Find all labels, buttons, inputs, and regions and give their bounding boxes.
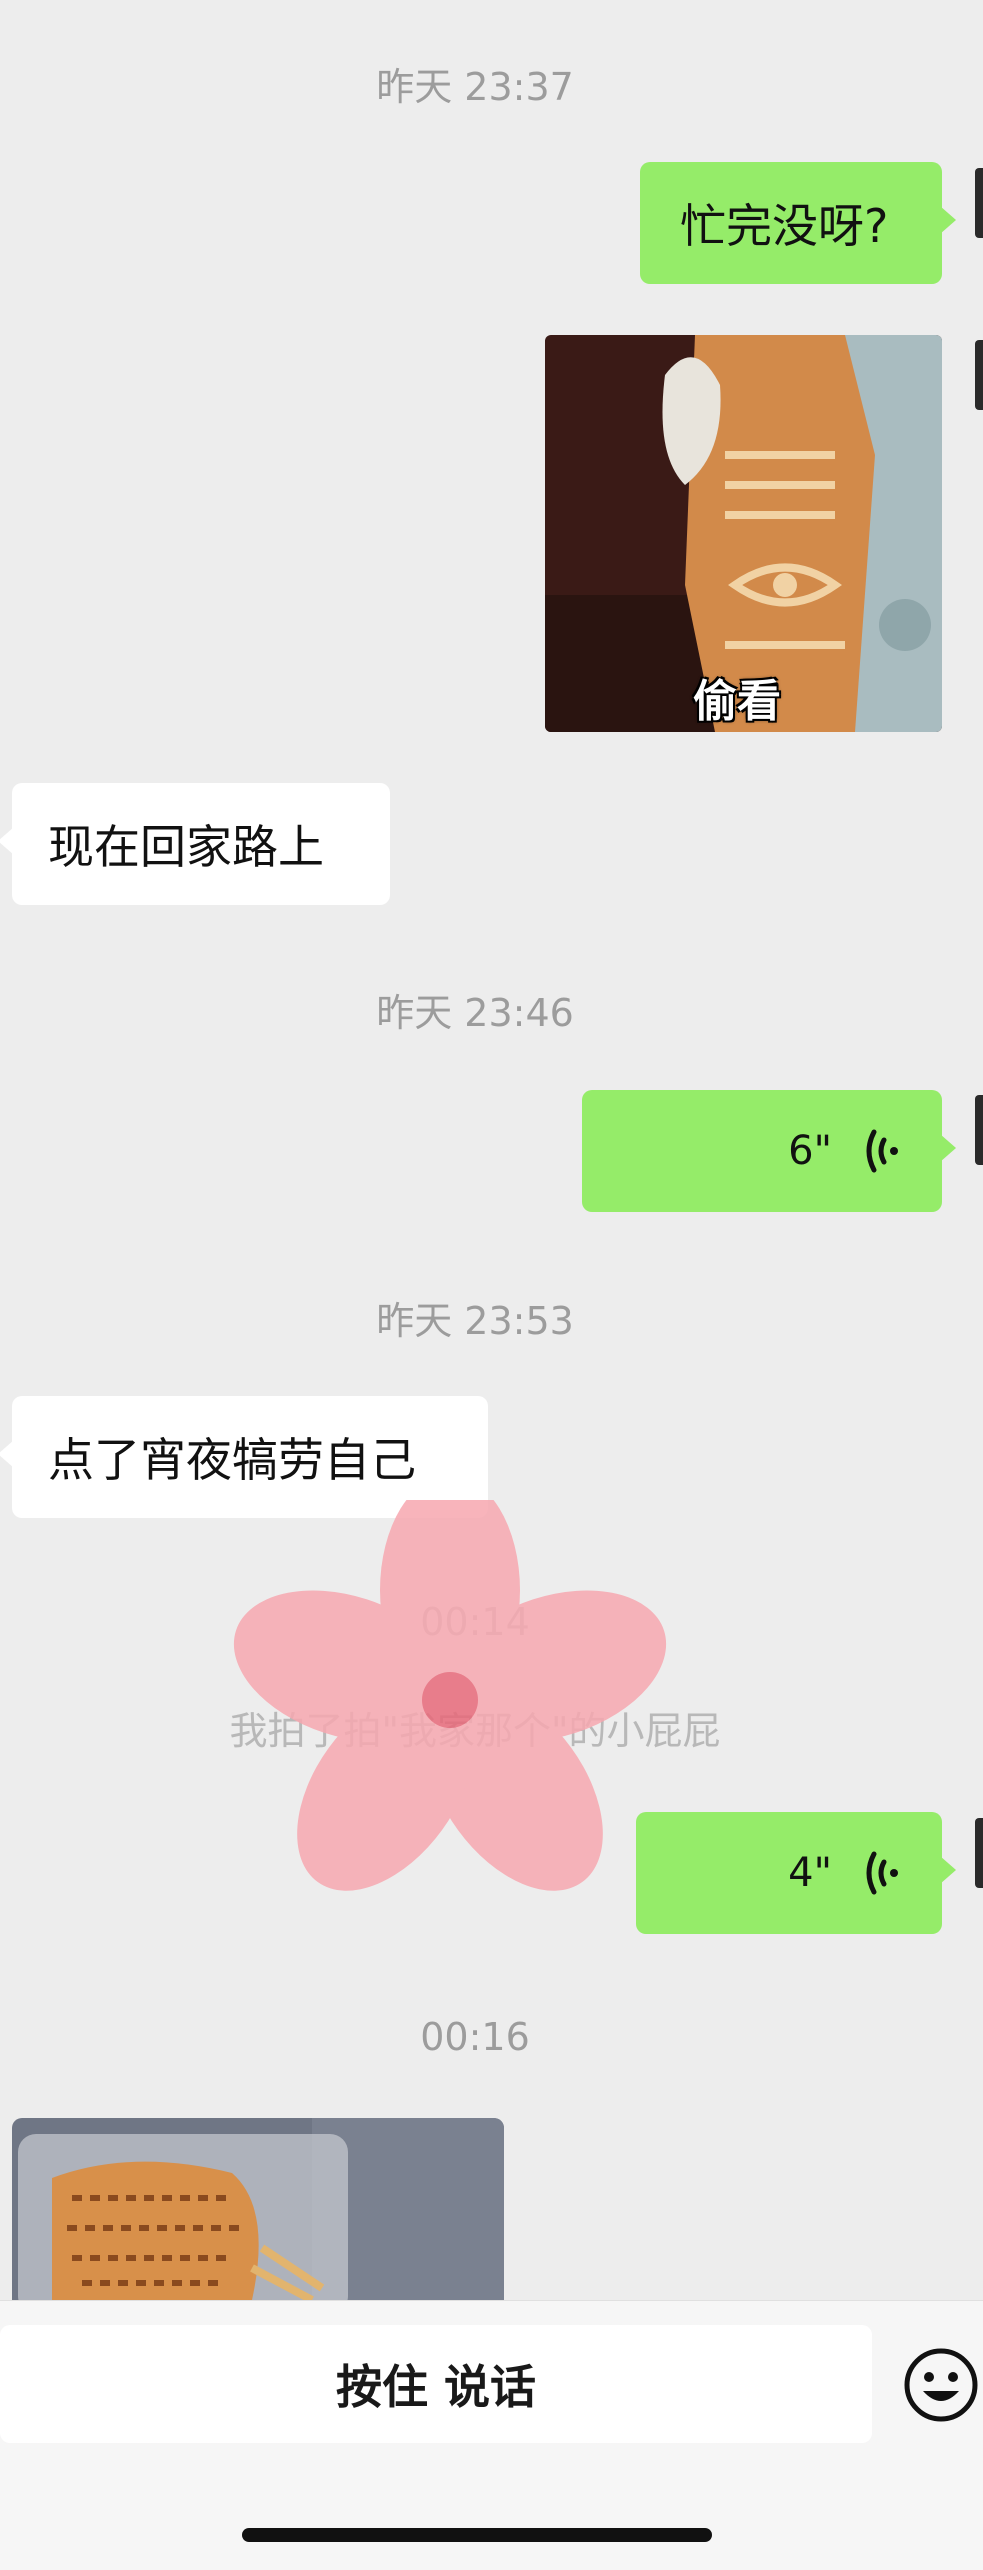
hold-to-talk-button[interactable]: 按住 说话	[0, 2325, 872, 2443]
my-avatar[interactable]	[975, 168, 983, 238]
flower-sticker-overlay	[233, 1500, 667, 1891]
sticker-caption: 偷看	[693, 676, 781, 727]
timestamp: 00:16	[420, 2015, 530, 2059]
chat-area[interactable]: 昨天 23:37 忙完没呀? 偷看 现在回家路上 昨天 23:46 6" 昨天 …	[0, 0, 983, 2300]
outgoing-text-message[interactable]: 忙完没呀?	[640, 162, 956, 284]
message-text: 现在回家路上	[48, 820, 324, 874]
message-text: 点了宵夜犒劳自己	[48, 1433, 416, 1487]
voice-duration: 4"	[788, 1850, 832, 1896]
photo-message[interactable]	[12, 2118, 504, 2300]
timestamp: 昨天 23:46	[376, 991, 574, 1035]
incoming-text-message[interactable]: 现在回家路上	[0, 783, 390, 905]
outgoing-voice-message[interactable]: 6"	[582, 1090, 956, 1212]
smiley-icon[interactable]	[903, 2347, 979, 2423]
home-indicator[interactable]	[242, 2528, 712, 2542]
outgoing-voice-message[interactable]: 4"	[636, 1812, 956, 1934]
voice-wave-icon	[866, 1851, 898, 1895]
my-avatar[interactable]	[975, 340, 983, 410]
message-text: 忙完没呀?	[680, 199, 889, 253]
timestamp: 昨天 23:37	[376, 65, 574, 109]
food-photo	[12, 2118, 504, 2300]
sticker-message[interactable]: 偷看	[545, 335, 942, 732]
voice-wave-icon	[866, 1129, 898, 1173]
voice-duration: 6"	[788, 1128, 832, 1174]
my-avatar[interactable]	[975, 1818, 983, 1888]
timestamp: 昨天 23:53	[376, 1299, 574, 1343]
my-avatar[interactable]	[975, 1095, 983, 1165]
